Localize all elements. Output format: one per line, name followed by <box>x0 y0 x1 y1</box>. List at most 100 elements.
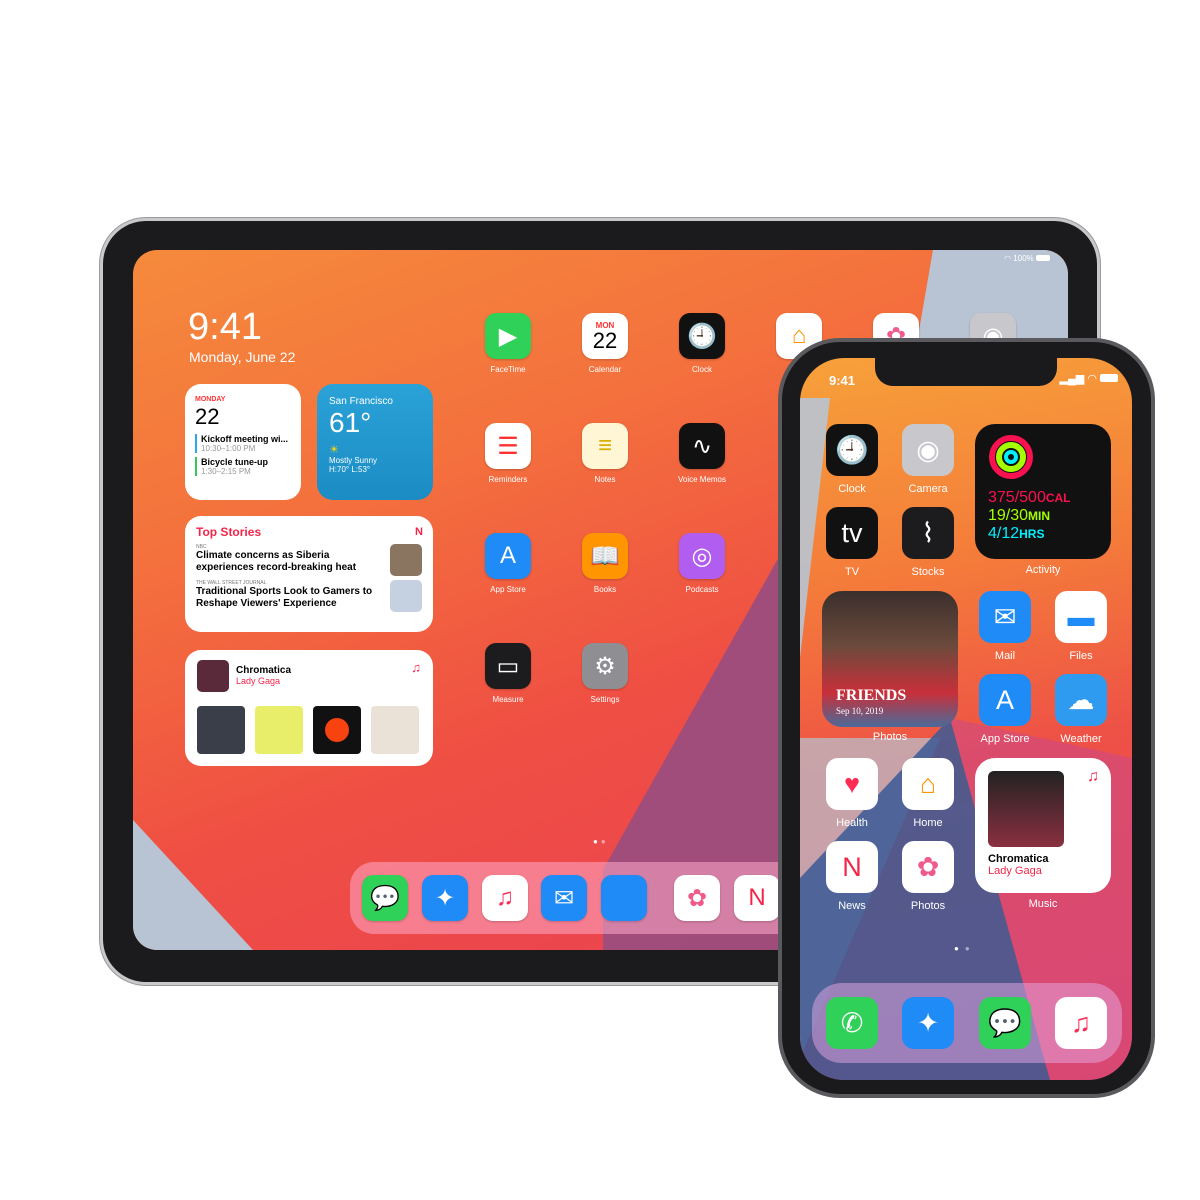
app-mail[interactable]: ✉ Mail <box>979 591 1031 662</box>
app-messages[interactable]: 💬 <box>979 997 1031 1049</box>
widget-day: MONDAY <box>195 396 226 403</box>
app-label: Books <box>593 585 617 594</box>
album-thumbnail[interactable] <box>197 706 245 754</box>
app-music[interactable]: ♫ <box>1055 997 1107 1049</box>
app-app-store[interactable]: A App Store <box>485 533 531 594</box>
app-safari[interactable]: ✦ <box>422 875 468 921</box>
app-news[interactable]: N <box>734 875 780 921</box>
weather-temp: 61° <box>329 407 372 438</box>
app-label: Camera <box>908 483 948 495</box>
photos-icon: ✿ <box>902 841 954 893</box>
mail-icon: ✉ <box>979 591 1031 643</box>
app-measure[interactable]: ▭ Measure <box>485 643 531 704</box>
app-weather[interactable]: ☁ Weather <box>1055 674 1107 745</box>
news-story[interactable]: NBC Climate concerns as Siberia experien… <box>196 544 422 576</box>
artist-name: Lady Gaga <box>988 865 1042 877</box>
app-label: Voice Memos <box>677 475 727 484</box>
album-thumbnail[interactable] <box>313 706 361 754</box>
app-files[interactable]: ▬ <box>601 875 647 921</box>
app-calendar[interactable]: MON 22 Calendar <box>582 313 628 374</box>
app-news[interactable]: N News <box>826 841 878 912</box>
battery-icon <box>1100 374 1118 382</box>
app-stocks[interactable]: ⌇ Stocks <box>902 507 954 578</box>
app-clock[interactable]: 🕘 Clock <box>826 424 878 495</box>
app-photos[interactable]: ✿ <box>674 875 720 921</box>
battery-percent: 100% <box>1013 254 1034 263</box>
mail-icon: ✉ <box>541 875 587 921</box>
app-books[interactable]: 📖 Books <box>582 533 628 594</box>
app-music[interactable]: ♫ <box>482 875 528 921</box>
app-safari[interactable]: ✦ <box>902 997 954 1049</box>
app-phone[interactable]: ✆ <box>826 997 878 1049</box>
app-photos[interactable]: ✿ Photos <box>902 841 954 912</box>
messages-icon: 💬 <box>362 875 408 921</box>
calendar-event[interactable]: Kickoff meeting wi... 10:30–1:00 PM <box>195 434 291 453</box>
app-clock[interactable]: 🕘 Clock <box>679 313 725 374</box>
calendar-widget[interactable]: MONDAY 22 Kickoff meeting wi... 10:30–1:… <box>185 384 301 500</box>
weather-city: San Francisco <box>329 396 393 407</box>
page-indicator[interactable]: ●● <box>954 944 976 953</box>
music-widget-label: Music <box>1028 898 1058 910</box>
photos-icon: ✿ <box>674 875 720 921</box>
podcast-icon: ◎ <box>679 533 725 579</box>
event-title: Kickoff meeting wi... <box>201 434 289 444</box>
ipad-time: 9:41 <box>188 306 262 348</box>
app-files[interactable]: ▬ Files <box>1055 591 1107 662</box>
page-indicator[interactable]: ●● <box>593 837 609 846</box>
app-notes[interactable]: ≡ Notes <box>582 423 628 484</box>
app-camera[interactable]: ◉ Camera <box>902 424 954 495</box>
album-title: Chromatica <box>988 853 1049 865</box>
app-reminders[interactable]: ☰ Reminders <box>485 423 531 484</box>
app-label: Clock <box>691 365 712 374</box>
home-icon: ⌂ <box>902 758 954 810</box>
app-podcasts[interactable]: ◎ Podcasts <box>679 533 725 594</box>
album-thumbnail[interactable] <box>371 706 419 754</box>
app-label: Measure <box>492 695 524 704</box>
app-mail[interactable]: ✉ <box>541 875 587 921</box>
app-label: Stocks <box>911 566 945 578</box>
album-thumbnail[interactable] <box>255 706 303 754</box>
photo-date: Sep 10, 2019 <box>836 706 884 716</box>
album-art <box>988 771 1064 847</box>
app-settings[interactable]: ⚙ Settings <box>582 643 628 704</box>
signal-icon: ▂▄▆ <box>1059 373 1085 385</box>
iphone-home-screen: 9:41 ▂▄▆ ◠ 375/500CAL 19/30MIN 4/12HRS A… <box>800 358 1132 1080</box>
appstore-icon: A <box>485 533 531 579</box>
appstore-icon: A <box>979 674 1031 726</box>
app-facetime[interactable]: ▶ FaceTime <box>485 313 531 374</box>
news-widget[interactable]: Top Stories N NBC Climate concerns as Si… <box>185 516 433 632</box>
music-widget[interactable]: ♫ Chromatica Lady Gaga <box>975 758 1111 893</box>
app-tv[interactable]: tv TV <box>826 507 878 578</box>
iphone-time: 9:41 <box>829 373 856 388</box>
tv-icon: tv <box>826 507 878 559</box>
app-label: Calendar <box>588 365 622 374</box>
music-widget[interactable]: Chromatica Lady Gaga ♫ <box>185 650 433 766</box>
app-label: Podcasts <box>685 585 719 594</box>
story-thumbnail <box>390 580 422 612</box>
book-icon: 📖 <box>582 533 628 579</box>
ipad-date: Monday, June 22 <box>189 349 296 365</box>
files-icon: ▬ <box>1055 591 1107 643</box>
app-label: Home <box>913 817 943 829</box>
app-voice-memos[interactable]: ∿ Voice Memos <box>678 423 726 484</box>
activity-widget-label: Activity <box>1025 564 1061 576</box>
app-home[interactable]: ⌂ Home <box>902 758 954 829</box>
weather-condition: Mostly Sunny <box>329 456 378 465</box>
app-app-store[interactable]: A App Store <box>979 674 1031 745</box>
photos-widget[interactable]: FRIENDS Sep 10, 2019 <box>822 591 958 727</box>
stand-stat: 4/12HRS <box>988 525 1045 542</box>
weather-widget[interactable]: San Francisco 61° ☀ Mostly Sunny H:70° L… <box>317 384 433 500</box>
event-title: Bicycle tune-up <box>201 457 269 467</box>
waveform-icon: ∿ <box>679 423 725 469</box>
app-messages[interactable]: 💬 <box>362 875 408 921</box>
app-health[interactable]: ♥ Health <box>826 758 878 829</box>
app-label: Weather <box>1060 733 1102 745</box>
iphone-status-icons: ▂▄▆ ◠ <box>1060 372 1118 385</box>
news-story[interactable]: THE WALL STREET JOURNAL Traditional Spor… <box>196 580 422 612</box>
music-note-icon: ♫ <box>1087 768 1099 785</box>
story-headline: Climate concerns as Siberia experiences … <box>196 550 357 573</box>
ipad-status-bar: ◠ 100% <box>1004 254 1050 263</box>
calendar-event[interactable]: Bicycle tune-up 1:30–2:15 PM <box>195 457 291 476</box>
news-title: Top Stories <box>196 525 262 539</box>
activity-widget[interactable]: 375/500CAL 19/30MIN 4/12HRS <box>975 424 1111 559</box>
